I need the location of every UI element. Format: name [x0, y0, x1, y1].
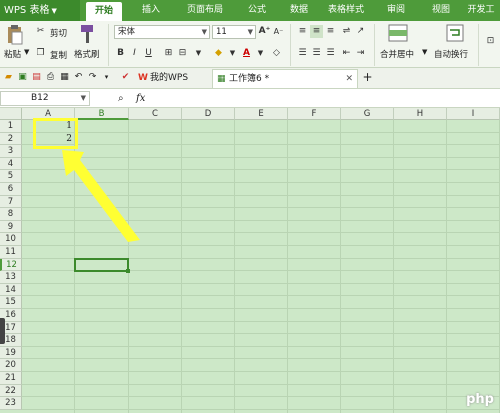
align-center-icon[interactable]: ☰	[310, 47, 323, 60]
spreadsheet-grid[interactable]: A B C D E F G H I 1 2 3 4 5 6 7 8 9 10 11 12 13 14 15 16 17 18 19 20…	[0, 108, 500, 413]
app-menu-button[interactable]: WPS 表格 ▼	[0, 0, 80, 21]
scissors-icon[interactable]: ✂	[34, 25, 47, 38]
tab-table-style[interactable]: 表格样式	[320, 0, 372, 21]
align-right-icon[interactable]: ☰	[324, 47, 337, 60]
chevron-down-icon[interactable]: ▾	[101, 72, 112, 83]
chevron-down-icon[interactable]: ▼	[226, 47, 239, 60]
tab-view[interactable]: 视图	[424, 0, 458, 21]
tab-home[interactable]: 开始	[86, 2, 122, 21]
format-painter-icon[interactable]	[78, 24, 96, 44]
doc-tab-label: 我的WPS	[150, 73, 189, 83]
tab-review[interactable]: 审阅	[378, 0, 414, 21]
wrap-icon[interactable]: ⇌	[340, 25, 353, 38]
doc-tab-label: 工作簿6 *	[229, 74, 270, 84]
format-painter-button[interactable]: 格式刷	[74, 48, 100, 60]
formula-bar: B12 ▼ ⌕ fx	[0, 89, 500, 108]
fill-handle[interactable]	[126, 269, 130, 274]
ribbon-divider	[374, 24, 375, 66]
spreadsheet-icon: ▦	[217, 74, 226, 84]
fill-color-icon[interactable]: ◆	[212, 47, 225, 60]
side-panel-handle[interactable]	[0, 318, 5, 344]
more-icon[interactable]: ⊡	[484, 35, 497, 48]
italic-icon[interactable]: I	[128, 47, 141, 60]
tab-formulas[interactable]: 公式	[238, 0, 276, 21]
indent-decrease-icon[interactable]: ⇤	[340, 47, 353, 60]
close-icon[interactable]: ✕	[345, 70, 353, 89]
chevron-down-icon: ▼	[247, 28, 253, 36]
tab-developer[interactable]: 开发工	[462, 0, 500, 21]
print-icon[interactable]: ⎙	[45, 72, 56, 83]
font-name-select[interactable]: 宋体 ▼	[114, 25, 210, 39]
paste-label[interactable]: 粘贴	[4, 48, 21, 60]
redo-icon[interactable]: ↷	[87, 72, 98, 83]
print-preview-icon[interactable]: ▦	[59, 72, 70, 83]
tab-page-layout[interactable]: 页面布局	[180, 0, 230, 21]
save-icon[interactable]: ▣	[17, 72, 28, 83]
doc-tab-workbook[interactable]: ▦ 工作簿6 * ✕	[212, 69, 358, 88]
align-left-icon[interactable]: ☰	[296, 47, 309, 60]
align-bottom-icon[interactable]: ≡	[324, 25, 337, 38]
name-box[interactable]: B12 ▼	[0, 91, 90, 106]
copy-button[interactable]: 复制	[50, 49, 67, 61]
name-box-value: B12	[31, 93, 49, 103]
watermark-text: php	[466, 392, 494, 407]
wps-logo-icon: W	[138, 73, 148, 83]
undo-icon[interactable]: ↶	[73, 72, 84, 83]
ribbon-home: 粘贴 ▼ ✂ 剪切 ❐ 复制 格式刷 宋体 ▼ 11 ▼ A⁺ A⁻ B I U ⊞…	[0, 21, 500, 68]
clear-format-icon[interactable]: ◇	[270, 47, 283, 60]
add-tab-icon[interactable]: +	[362, 71, 373, 83]
copy-icon[interactable]: ❐	[34, 47, 47, 60]
font-shrink-icon[interactable]: A⁻	[272, 25, 285, 38]
annotation-arrow-shape	[62, 150, 140, 242]
ribbon-tab-bar: WPS 表格 ▼ 开始 插入 页面布局 公式 数据 表格样式 审阅 视图 开发工	[0, 0, 500, 21]
export-pdf-icon[interactable]: ▤	[31, 72, 42, 83]
pin-icon[interactable]: ✔	[120, 72, 131, 83]
auto-wrap-icon[interactable]	[446, 24, 464, 42]
chevron-down-icon[interactable]: ▼	[254, 47, 267, 60]
ribbon-divider	[478, 24, 479, 66]
orientation-icon[interactable]: ↗	[354, 25, 367, 38]
merge-center-icon[interactable]	[388, 24, 408, 42]
chevron-down-icon: ▼	[201, 28, 207, 36]
underline-icon[interactable]: U	[142, 47, 155, 60]
bold-icon[interactable]: B	[114, 47, 127, 60]
font-size-value: 11	[216, 27, 227, 37]
zoom-search-icon[interactable]: ⌕	[118, 91, 124, 106]
align-top-icon[interactable]: ≡	[296, 25, 309, 38]
tab-insert[interactable]: 插入	[132, 0, 170, 21]
quick-access-bar: ▰ ▣ ▤ ⎙ ▦ ↶ ↷ ▾ ✔ W 我的WPS ▦ 工作簿6 * ✕ +	[0, 68, 500, 89]
font-grow-icon[interactable]: A⁺	[258, 25, 271, 38]
ribbon-divider	[108, 24, 109, 66]
paste-dropdown-icon[interactable]: ▼	[24, 48, 29, 56]
align-middle-icon[interactable]: ≡	[310, 25, 323, 38]
font-size-select[interactable]: 11 ▼	[212, 25, 256, 39]
cut-button[interactable]: 剪切	[50, 27, 67, 39]
merge-center-button[interactable]: 合并居中	[380, 48, 414, 60]
open-folder-icon[interactable]: ▰	[3, 72, 14, 83]
chevron-down-icon: ▼	[80, 94, 86, 102]
border-icon[interactable]: ⊞	[162, 47, 175, 60]
doc-tab-my-wps[interactable]: W 我的WPS	[134, 69, 204, 88]
paste-icon[interactable]	[6, 25, 24, 45]
app-name: WPS 表格	[4, 5, 50, 16]
tab-data[interactable]: 数据	[282, 0, 316, 21]
font-color-icon[interactable]: A	[240, 47, 253, 60]
chevron-down-icon[interactable]: ▼	[192, 47, 205, 60]
merge-icon[interactable]: ⊟	[176, 47, 189, 60]
auto-wrap-button[interactable]: 自动换行	[434, 48, 468, 60]
chevron-down-icon: ▼	[51, 7, 57, 15]
insert-function-button[interactable]: fx	[136, 91, 145, 106]
formula-input[interactable]	[160, 91, 500, 106]
font-name-value: 宋体	[118, 27, 136, 37]
indent-increase-icon[interactable]: ⇥	[354, 47, 367, 60]
active-cell-b12[interactable]	[74, 257, 130, 274]
ribbon-divider	[290, 24, 291, 66]
merge-dropdown-icon[interactable]: ▼	[422, 48, 427, 56]
